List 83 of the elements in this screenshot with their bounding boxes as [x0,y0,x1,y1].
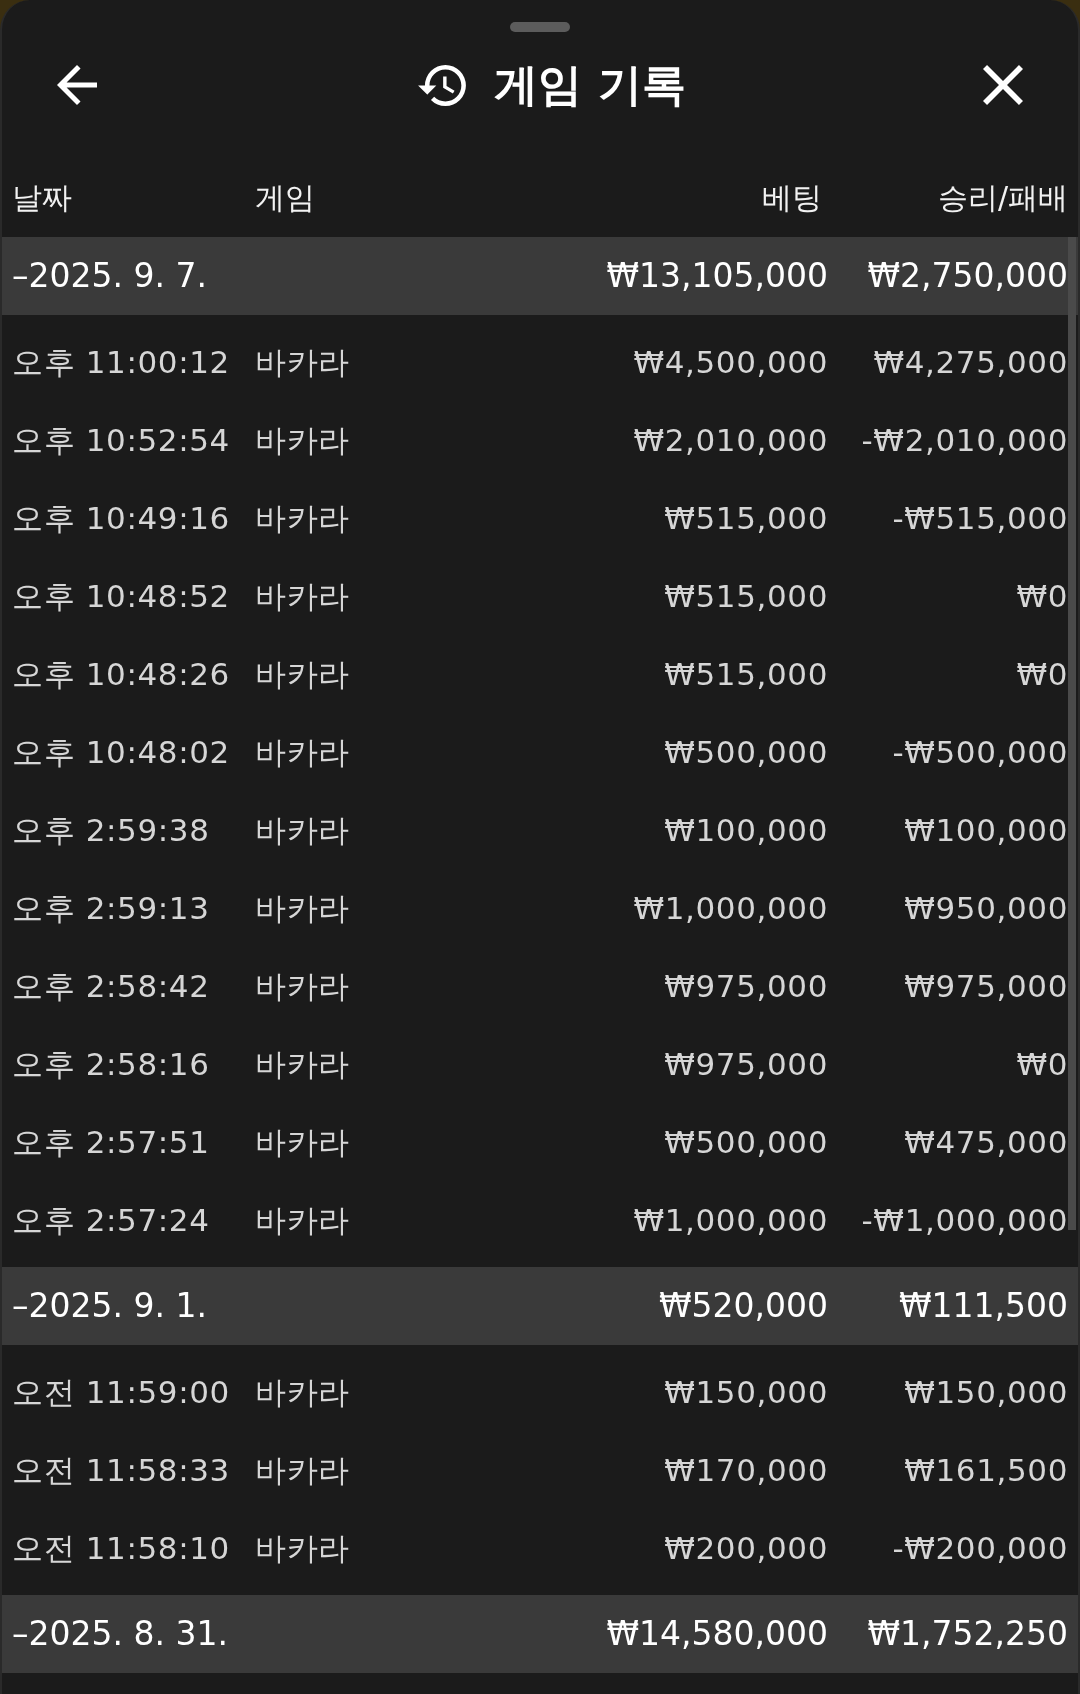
group-date: –2025. 9. 1. [12,1286,208,1326]
column-header: 날짜 [12,179,73,217]
game-cell-text: 바카라 [255,655,351,694]
close-button[interactable] [980,62,1026,108]
result-cell-text: ₩0 [1015,655,1068,694]
bet-cell-text: ₩100,000 [664,811,828,850]
group-date: –2025. 8. 31. [12,1614,229,1654]
bet-cell-text: ₩150,000 [664,1373,828,1412]
close-icon [983,65,1023,105]
result-cell-text: -₩1,000,000 [860,1201,1068,1240]
result-cell-text: -₩2,010,000 [860,421,1068,460]
result-cell-text: -₩515,000 [891,499,1068,538]
bet-cell-text: ₩4,500,000 [633,343,828,382]
result-cell-text: ₩0 [1015,1045,1068,1084]
game-cell-text: 바카라 [255,343,351,382]
result-cell-text: ₩4,275,000 [872,343,1068,382]
group-bet-total: ₩13,105,000 [606,256,828,296]
time-cell-text: 오전 11:58:10 [12,1529,231,1568]
time-cell-text: 오후 2:59:38 [12,811,211,850]
game-cell-text: 바카라 [255,577,351,616]
bet-cell-text: ₩975,000 [664,1045,828,1084]
date-group-row[interactable]: –2025. 8. 31. ₩14,580,000 ₩1,752,250 [2,1595,1078,1673]
time-cell-text: 오후 2:58:42 [12,967,211,1006]
time-cell-text: 오후 10:48:52 [12,577,231,616]
result-cell-text: ₩475,000 [903,1123,1068,1162]
result-cell-text: -₩200,000 [891,1529,1068,1568]
game-cell-text: 바카라 [255,967,351,1006]
time-cell-text: 오후 2:59:13 [12,889,211,928]
bet-cell-text: ₩1,000,000 [633,1201,828,1240]
time-cell-text: 오전 11:58:33 [12,1451,231,1490]
time-cell-text: 오후 2:57:51 [12,1123,211,1162]
drag-handle[interactable] [510,22,570,32]
game-cell-text: 바카라 [255,1529,351,1568]
game-cell-text: 바카라 [255,889,351,928]
date-group-row[interactable]: –2025. 9. 7. ₩13,105,000 ₩2,750,000 [2,237,1078,315]
bet-cell-text: ₩515,000 [664,577,828,616]
bet-cell-text: ₩200,000 [664,1529,828,1568]
history-icon [418,64,467,106]
group-result-total: ₩2,750,000 [866,256,1068,296]
time-cell-text: 오후 11:00:12 [12,343,231,382]
time-cell-text: 오후 2:57:24 [12,1201,211,1240]
game-cell-text: 바카라 [255,811,351,850]
game-cell-text: 바카라 [255,499,351,538]
back-arrow-icon [57,65,97,105]
time-cell-text: 오후 10:48:02 [12,733,231,772]
bet-cell-text: ₩975,000 [664,967,828,1006]
game-cell-text: 바카라 [255,421,351,460]
result-cell-text: ₩150,000 [903,1373,1068,1412]
bet-cell-text: ₩500,000 [664,733,828,772]
result-cell-text: -₩500,000 [891,733,1068,772]
column-header: 승리/패배 [936,179,1068,217]
result-cell-text: ₩0 [1015,577,1068,616]
bet-cell-text: ₩1,000,000 [633,889,828,928]
scrollbar-thumb[interactable] [1068,237,1076,1230]
bet-cell-text: ₩170,000 [664,1451,828,1490]
result-cell-text: ₩161,500 [903,1451,1068,1490]
time-cell-text: 오전 11:59:00 [12,1373,231,1412]
time-cell-text: 오후 10:48:26 [12,655,231,694]
time-cell-text: 오후 10:49:16 [12,499,231,538]
result-cell-text: ₩975,000 [903,967,1068,1006]
bet-cell-text: ₩500,000 [664,1123,828,1162]
group-result-total: ₩1,752,250 [866,1614,1068,1654]
group-bet-total: ₩520,000 [658,1286,828,1326]
bet-cell-text: ₩515,000 [664,499,828,538]
column-header: 게임 [255,179,316,217]
group-date: –2025. 9. 7. [12,256,208,296]
game-cell-text: 바카라 [255,733,351,772]
game-cell-text: 바카라 [255,1201,351,1240]
result-cell-text: ₩950,000 [903,889,1068,928]
time-cell-text: 오후 2:58:16 [12,1045,211,1084]
game-cell-text: 바카라 [255,1045,351,1084]
result-cell-text: ₩100,000 [903,811,1068,850]
column-header: 베팅 [762,179,823,217]
bet-cell-text: ₩2,010,000 [633,421,828,460]
window-title: 게임 기록 [494,63,686,107]
game-cell-text: 바카라 [255,1373,351,1412]
game-cell-text: 바카라 [255,1123,351,1162]
game-cell-text: 바카라 [255,1451,351,1490]
date-group-row[interactable]: –2025. 9. 1. ₩520,000 ₩111,500 [2,1267,1078,1345]
bet-cell-text: ₩515,000 [664,655,828,694]
group-bet-total: ₩14,580,000 [606,1614,828,1654]
group-result-total: ₩111,500 [897,1286,1068,1326]
time-cell-text: 오후 10:52:54 [12,421,231,460]
